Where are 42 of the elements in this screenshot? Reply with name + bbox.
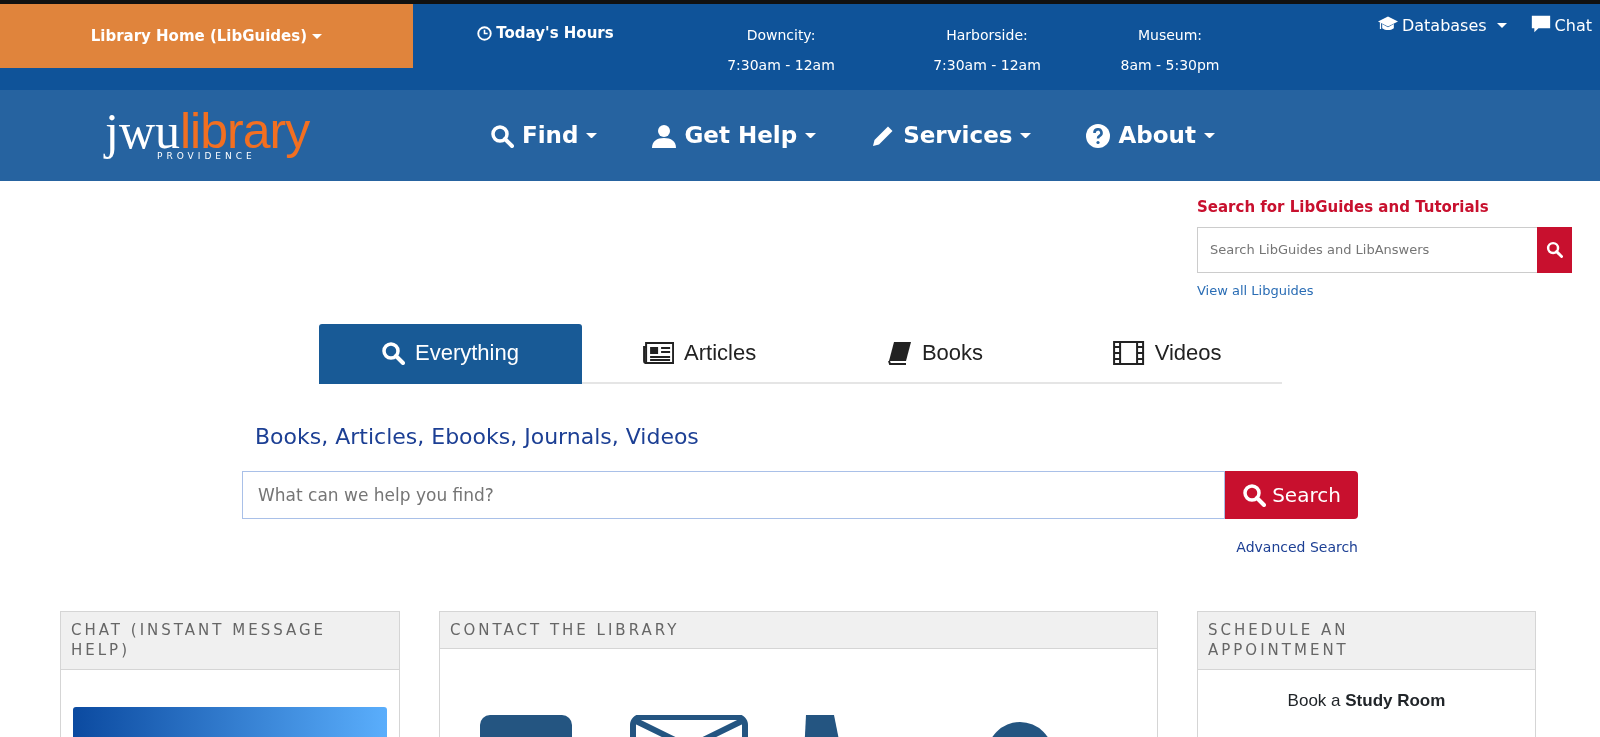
location-label: Downcity: bbox=[745, 26, 817, 45]
caret-icon bbox=[1020, 132, 1032, 139]
hours-text: 7:30am - 12am bbox=[932, 56, 1042, 75]
libguides-search-field[interactable]: Search LibGuides and LibAnswers bbox=[1197, 226, 1537, 273]
libguides-search-heading: Search for LibGuides and Tutorials bbox=[1197, 197, 1490, 218]
search-icon bbox=[381, 340, 405, 365]
nav-menu-link[interactable]: About bbox=[1086, 118, 1215, 153]
caret-icon bbox=[586, 132, 598, 139]
chat-link[interactable]: Chat bbox=[1530, 4, 1592, 90]
nav-menu-link[interactable]: Get Help bbox=[652, 118, 817, 153]
caret-icon bbox=[805, 132, 817, 139]
caret-icon bbox=[312, 33, 323, 39]
main-search-field[interactable]: What can we help you find? bbox=[242, 470, 1225, 519]
person-icon bbox=[652, 123, 677, 148]
search-heading: Books, Articles, Ebooks, Journals, Videos bbox=[255, 422, 700, 451]
databases-link[interactable]: Databases bbox=[1377, 4, 1507, 90]
search-button[interactable]: Search bbox=[1225, 470, 1358, 519]
panel-heading: CHAT (INSTANT MESSAGE HELP) bbox=[61, 611, 399, 670]
view-all-libguides-link[interactable]: View all Libguides bbox=[1197, 280, 1314, 300]
search-tab[interactable]: Everything bbox=[318, 323, 582, 384]
search-icon bbox=[490, 123, 514, 148]
search-icon bbox=[1546, 241, 1563, 258]
panel-heading: SCHEDULE AN APPOINTMENT bbox=[1198, 611, 1535, 670]
nav-menu-link[interactable]: Find bbox=[490, 118, 598, 153]
location-label: Harborside: bbox=[945, 26, 1029, 45]
newspaper-icon bbox=[642, 340, 675, 365]
speech-bubble-icon bbox=[1530, 14, 1551, 34]
nav-menu-link[interactable]: Services bbox=[871, 118, 1032, 153]
search-button[interactable] bbox=[1537, 226, 1572, 273]
hours-text: 8am - 5:30pm bbox=[1119, 56, 1221, 75]
book-icon bbox=[887, 340, 912, 365]
panel-heading: CONTACT THE LIBRARY bbox=[440, 611, 1157, 649]
clock-icon bbox=[477, 25, 493, 41]
hours-text: 7:30am - 12am bbox=[726, 56, 836, 75]
search-icon bbox=[1242, 482, 1267, 507]
booking-text: Book a Study Room bbox=[1286, 689, 1447, 712]
film-strip-icon bbox=[1113, 340, 1145, 365]
caret-icon bbox=[1203, 132, 1215, 139]
question-mark-icon bbox=[1086, 123, 1111, 148]
hours-heading: Today's Hours bbox=[477, 22, 614, 45]
advanced-search-link[interactable]: Advanced Search bbox=[1236, 538, 1358, 555]
location-label: Museum: bbox=[1136, 26, 1204, 45]
